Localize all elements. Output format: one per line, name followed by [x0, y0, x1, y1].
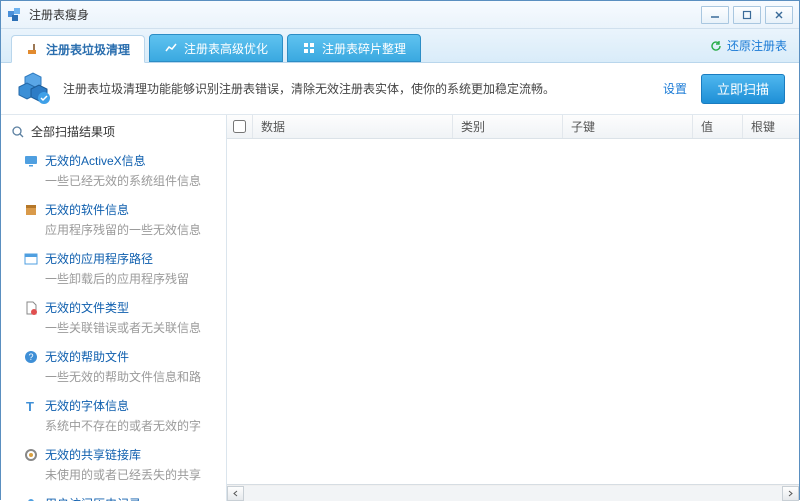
user-history-icon [23, 496, 39, 501]
sidebar-item-title: 用户访问历史记录 [45, 495, 141, 501]
file-error-icon [23, 300, 39, 316]
tab-registry-advanced-optimize[interactable]: 注册表高级优化 [149, 34, 283, 62]
grid-header: 数据 类别 子键 值 根键 [227, 115, 799, 139]
blocks-icon [302, 41, 316, 55]
sidebar-item-row[interactable]: 无效的应用程序路径 [23, 250, 216, 267]
sidebar-item-file-type: 无效的文件类型 一些关联错误或者无关联信息 [1, 293, 226, 342]
close-button[interactable] [765, 6, 793, 24]
description-bar: 注册表垃圾清理功能能够识别注册表错误，清除无效注册表实体，使你的系统更加稳定流畅… [1, 63, 799, 115]
registry-cubes-icon [15, 71, 51, 107]
column-subkey[interactable]: 子键 [563, 115, 693, 138]
sidebar-header: 全部扫描结果项 [1, 115, 226, 146]
app-icon [7, 7, 23, 23]
sidebar-item-desc: 未使用的或者已经丢失的共享 [45, 466, 216, 483]
sidebar-item-title: 无效的共享链接库 [45, 446, 141, 463]
title-bar: 注册表瘦身 [1, 1, 799, 29]
sidebar: 全部扫描结果项 无效的ActiveX信息 一些已经无效的系统组件信息 无效的软件… [1, 115, 227, 501]
chart-icon [164, 41, 178, 55]
sidebar-item-row[interactable]: 无效的文件类型 [23, 299, 216, 316]
column-checkbox[interactable] [227, 115, 253, 138]
sidebar-item-desc: 应用程序残留的一些无效信息 [45, 221, 216, 238]
tab-label: 注册表碎片整理 [322, 40, 406, 57]
tab-label: 注册表垃圾清理 [46, 41, 130, 58]
sidebar-item-row[interactable]: 无效的共享链接库 [23, 446, 216, 463]
sidebar-item-title: 无效的软件信息 [45, 201, 129, 218]
description-text: 注册表垃圾清理功能能够识别注册表错误，清除无效注册表实体，使你的系统更加稳定流畅… [63, 80, 663, 97]
package-icon [23, 202, 39, 218]
sidebar-item-row[interactable]: T 无效的字体信息 [23, 397, 216, 414]
grid-body [227, 139, 799, 484]
results-grid: 数据 类别 子键 值 根键 [227, 115, 799, 501]
monitor-icon [23, 153, 39, 169]
scroll-track[interactable] [244, 486, 782, 501]
gear-link-icon [23, 447, 39, 463]
sidebar-item-title: 无效的ActiveX信息 [45, 152, 146, 169]
sidebar-item-row[interactable]: ? 无效的帮助文件 [23, 348, 216, 365]
sidebar-item-row[interactable]: 无效的ActiveX信息 [23, 152, 216, 169]
sidebar-item-row[interactable]: 无效的软件信息 [23, 201, 216, 218]
sidebar-item-shared-lib: 无效的共享链接库 未使用的或者已经丢失的共享 [1, 440, 226, 489]
sidebar-header-label: 全部扫描结果项 [31, 123, 115, 140]
column-data[interactable]: 数据 [253, 115, 453, 138]
sidebar-item-desc: 一些无效的帮助文件信息和路 [45, 368, 216, 385]
sidebar-item-history: 用户访问历史记录 [1, 489, 226, 501]
sidebar-item-software: 无效的软件信息 应用程序残留的一些无效信息 [1, 195, 226, 244]
sidebar-item-title: 无效的字体信息 [45, 397, 129, 414]
window-controls [701, 6, 793, 24]
tab-registry-junk-clean[interactable]: 注册表垃圾清理 [11, 35, 145, 63]
svg-text:?: ? [28, 352, 33, 362]
sidebar-item-app-path: 无效的应用程序路径 一些卸载后的应用程序残留 [1, 244, 226, 293]
column-category[interactable]: 类别 [453, 115, 563, 138]
tab-registry-defrag[interactable]: 注册表碎片整理 [287, 34, 421, 62]
minimize-button[interactable] [701, 6, 729, 24]
search-icon [11, 125, 25, 139]
sidebar-item-help-file: ? 无效的帮助文件 一些无效的帮助文件信息和路 [1, 342, 226, 391]
help-icon: ? [23, 349, 39, 365]
sidebar-item-desc: 系统中不存在的或者无效的字 [45, 417, 216, 434]
scan-now-button[interactable]: 立即扫描 [701, 74, 785, 104]
tab-strip: 注册表垃圾清理 注册表高级优化 注册表碎片整理 还原注册表 [1, 29, 799, 63]
scroll-left-button[interactable] [227, 486, 244, 501]
sidebar-item-desc: 一些卸载后的应用程序残留 [45, 270, 216, 287]
svg-text:T: T [26, 399, 34, 414]
maximize-button[interactable] [733, 6, 761, 24]
column-rootkey[interactable]: 根键 [743, 115, 799, 138]
broom-icon [26, 42, 40, 56]
scroll-right-button[interactable] [782, 486, 799, 501]
sidebar-item-desc: 一些关联错误或者无关联信息 [45, 319, 216, 336]
window-icon [23, 251, 39, 267]
main-content: 全部扫描结果项 无效的ActiveX信息 一些已经无效的系统组件信息 无效的软件… [1, 115, 799, 501]
tab-label: 注册表高级优化 [184, 40, 268, 57]
restore-link-label: 还原注册表 [727, 37, 787, 54]
sidebar-item-title: 无效的应用程序路径 [45, 250, 153, 267]
font-icon: T [23, 398, 39, 414]
column-value[interactable]: 值 [693, 115, 743, 138]
horizontal-scrollbar[interactable] [227, 484, 799, 501]
refresh-icon [709, 39, 723, 53]
sidebar-item-desc: 一些已经无效的系统组件信息 [45, 172, 216, 189]
settings-link[interactable]: 设置 [663, 80, 687, 97]
sidebar-item-title: 无效的文件类型 [45, 299, 129, 316]
sidebar-item-activex: 无效的ActiveX信息 一些已经无效的系统组件信息 [1, 146, 226, 195]
sidebar-item-font: T 无效的字体信息 系统中不存在的或者无效的字 [1, 391, 226, 440]
restore-registry-link[interactable]: 还原注册表 [709, 37, 787, 54]
window-title: 注册表瘦身 [29, 6, 701, 23]
sidebar-item-title: 无效的帮助文件 [45, 348, 129, 365]
select-all-checkbox[interactable] [233, 120, 246, 133]
sidebar-item-row[interactable]: 用户访问历史记录 [23, 495, 216, 501]
